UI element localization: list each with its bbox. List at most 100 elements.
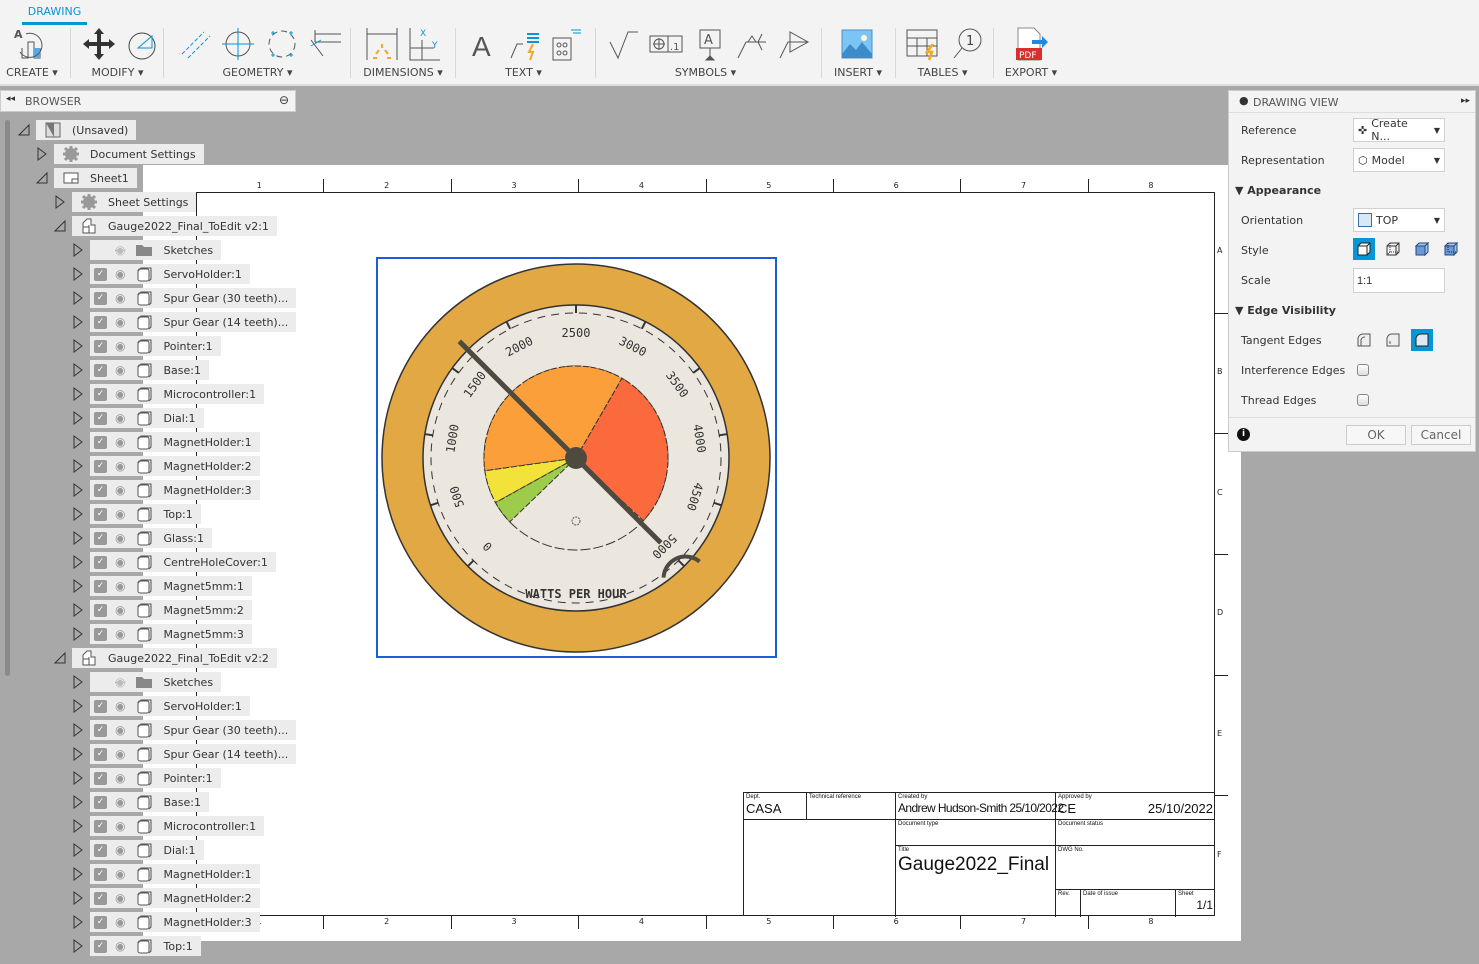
export-group-label[interactable]: EXPORT ▾ <box>1000 66 1062 79</box>
browser-item-box[interactable]: ✓ ◉ Magnet5mm:2 <box>90 600 252 620</box>
browser-item[interactable]: ✓ ◉ ServoHolder:1 <box>72 696 250 716</box>
expanded-triangle-icon[interactable] <box>53 651 66 665</box>
collapsed-triangle-icon[interactable] <box>72 315 84 329</box>
eye-icon[interactable]: ◉ <box>115 915 125 929</box>
move-icon[interactable] <box>81 26 117 62</box>
browser-item-box[interactable]: ✓ ◉ Glass:1 <box>90 528 212 548</box>
table-text-icon[interactable] <box>547 26 583 62</box>
representation-dropdown[interactable]: ⬡ Model ▼ <box>1353 148 1445 172</box>
collapsed-triangle-icon[interactable] <box>72 675 84 689</box>
browser-item-box[interactable]: ◉ Sketches <box>90 240 222 260</box>
collapsed-triangle-icon[interactable] <box>72 915 84 929</box>
browser-item-box[interactable]: ✓ ◉ Top:1 <box>90 504 201 524</box>
collapsed-triangle-icon[interactable] <box>72 531 84 545</box>
collapsed-triangle-icon[interactable] <box>72 795 84 809</box>
eye-icon[interactable]: ◉ <box>115 771 125 785</box>
browser-item[interactable]: ✓ ◉ MagnetHolder:3 <box>72 480 260 500</box>
browser-item[interactable]: ✓ ◉ Glass:1 <box>72 528 212 548</box>
browser-item[interactable]: ✓ ◉ MagnetHolder:1 <box>72 432 260 452</box>
collapsed-triangle-icon[interactable] <box>72 507 84 521</box>
balloon-icon[interactable]: 1 <box>950 26 986 62</box>
browser-item-box[interactable]: ✓ ◉ Microcontroller:1 <box>90 384 265 404</box>
collapsed-triangle-icon[interactable] <box>72 411 84 425</box>
checkbox-icon[interactable]: ✓ <box>94 483 107 497</box>
checkbox-icon[interactable]: ✓ <box>94 339 107 353</box>
welding-symbol-icon[interactable] <box>734 26 770 62</box>
browser-item[interactable]: ✓ ◉ MagnetHolder:1 <box>72 864 260 884</box>
symbols-group-label[interactable]: SYMBOLS ▾ <box>668 66 743 79</box>
collapsed-triangle-icon[interactable] <box>72 603 84 617</box>
browser-item-box[interactable]: Gauge2022_Final_ToEdit v2:1 <box>72 216 277 236</box>
browser-item-box[interactable]: ✓ ◉ ServoHolder:1 <box>90 264 250 284</box>
browser-item-box[interactable]: ◉ Sketches <box>90 672 222 692</box>
checkbox-icon[interactable]: ✓ <box>94 603 107 617</box>
tab-drawing[interactable]: DRAWING <box>22 5 87 18</box>
collapsed-triangle-icon[interactable] <box>72 363 84 377</box>
expanded-triangle-icon[interactable] <box>17 123 30 137</box>
eye-icon[interactable]: ◉ <box>115 627 125 641</box>
eye-icon[interactable]: ◉ <box>115 555 125 569</box>
collapsed-triangle-icon[interactable] <box>72 867 84 881</box>
collapsed-triangle-icon[interactable] <box>72 699 84 713</box>
eye-hidden-icon[interactable]: ◉ <box>115 243 125 257</box>
checkbox-icon[interactable]: ✓ <box>94 387 107 401</box>
checkbox-icon[interactable]: ✓ <box>94 531 107 545</box>
appearance-section[interactable]: ▼ Appearance <box>1235 184 1321 197</box>
browser-item-box[interactable]: ✓ ◉ Top:1 <box>90 936 201 956</box>
browser-item-box[interactable]: Sheet Settings <box>72 192 197 212</box>
collapsed-triangle-icon[interactable] <box>72 483 84 497</box>
create-view-icon[interactable]: A <box>12 26 48 62</box>
eye-icon[interactable]: ◉ <box>115 435 125 449</box>
browser-item[interactable]: ✓ ◉ Base:1 <box>72 792 209 812</box>
browser-item-box[interactable]: Gauge2022_Final_ToEdit v2:2 <box>72 648 277 668</box>
browser-scrollbar[interactable] <box>5 120 10 676</box>
geometry-group-label[interactable]: GEOMETRY ▾ <box>215 66 300 79</box>
table-icon[interactable] <box>905 26 941 62</box>
browser-item[interactable]: Document Settings <box>36 144 204 164</box>
checkbox-icon[interactable]: ✓ <box>94 267 107 281</box>
browser-item-box[interactable]: ✓ ◉ Magnet5mm:1 <box>90 576 252 596</box>
eye-icon[interactable]: ◉ <box>115 387 125 401</box>
browser-item-box[interactable]: ✓ ◉ Pointer:1 <box>90 768 221 788</box>
eye-icon[interactable]: ◉ <box>115 939 125 953</box>
checkbox-icon[interactable]: ✓ <box>94 699 107 713</box>
browser-item-box[interactable]: (Unsaved) <box>36 120 137 140</box>
browser-item[interactable]: Gauge2022_Final_ToEdit v2:1 <box>53 216 277 236</box>
style-shaded-button[interactable] <box>1411 238 1433 260</box>
browser-item[interactable]: ✓ ◉ Pointer:1 <box>72 768 221 788</box>
collapsed-triangle-icon[interactable] <box>72 771 84 785</box>
browser-item[interactable]: ✓ ◉ Spur Gear (14 teeth)... <box>72 312 297 332</box>
eye-icon[interactable]: ◉ <box>115 723 125 737</box>
browser-item[interactable]: ◉ Sketches <box>72 672 222 692</box>
collapsed-triangle-icon[interactable] <box>72 243 84 257</box>
collapsed-triangle-icon[interactable] <box>72 291 84 305</box>
edge-visibility-section[interactable]: ▼ Edge Visibility <box>1235 304 1336 317</box>
eye-icon[interactable]: ◉ <box>115 603 125 617</box>
browser-item[interactable]: ✓ ◉ Magnet5mm:2 <box>72 600 252 620</box>
eye-icon[interactable]: ◉ <box>115 291 125 305</box>
feature-control-frame-icon[interactable]: .1 <box>648 26 684 62</box>
browser-item-box[interactable]: ✓ ◉ Dial:1 <box>90 408 204 428</box>
browser-item[interactable]: ✓ ◉ Magnet5mm:1 <box>72 576 252 596</box>
browser-item[interactable]: (Unsaved) <box>17 120 137 140</box>
collapsed-triangle-icon[interactable] <box>72 843 84 857</box>
browser-item-box[interactable]: ✓ ◉ Base:1 <box>90 792 209 812</box>
browser-item[interactable]: ✓ ◉ Dial:1 <box>72 840 204 860</box>
browser-item[interactable]: ✓ ◉ Base:1 <box>72 360 209 380</box>
reference-dropdown[interactable]: ✜ Create N... ▼ <box>1353 117 1445 143</box>
browser-item-box[interactable]: ✓ ◉ MagnetHolder:1 <box>90 864 260 884</box>
panel-collapse-icon[interactable]: ● <box>1239 94 1249 107</box>
collapsed-triangle-icon[interactable] <box>72 723 84 737</box>
collapsed-triangle-icon[interactable] <box>72 339 84 353</box>
browser-item[interactable]: ✓ ◉ Dial:1 <box>72 408 204 428</box>
browser-item[interactable]: ✓ ◉ Microcontroller:1 <box>72 384 265 404</box>
browser-item-box[interactable]: ✓ ◉ Pointer:1 <box>90 336 221 356</box>
eye-icon[interactable]: ◉ <box>115 699 125 713</box>
checkbox-icon[interactable]: ✓ <box>94 555 107 569</box>
eye-icon[interactable]: ◉ <box>115 483 125 497</box>
checkbox-icon[interactable]: ✓ <box>94 843 107 857</box>
tables-group-label[interactable]: TABLES ▾ <box>910 66 975 79</box>
browser-item-box[interactable]: Document Settings <box>54 144 204 164</box>
interference-edges-checkbox[interactable] <box>1357 364 1369 376</box>
style-hidden-edges-button[interactable] <box>1382 238 1404 260</box>
